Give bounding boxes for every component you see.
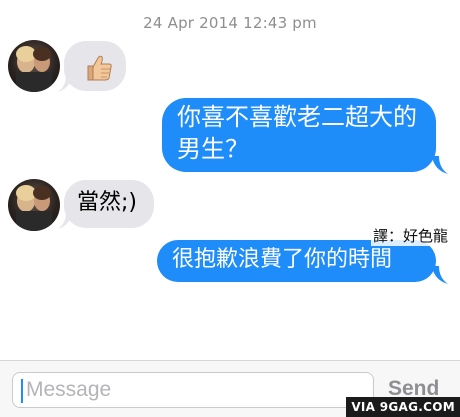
bubble-tail xyxy=(432,266,448,284)
bubble-tail xyxy=(58,76,72,92)
message-placeholder: Message xyxy=(26,378,112,401)
contact-avatar[interactable] xyxy=(8,40,60,92)
message-text: 很抱歉浪費了你的時間 xyxy=(172,247,393,272)
text-cursor xyxy=(21,379,23,403)
source-watermark: VIA 9GAG.COM xyxy=(346,397,460,417)
message-input[interactable]: Message xyxy=(12,372,374,408)
thumbs-up-icon xyxy=(87,55,112,81)
contact-avatar[interactable] xyxy=(8,179,60,231)
outgoing-bubble-question[interactable]: 你喜不喜歡老二超大的 男生？ xyxy=(162,98,436,172)
incoming-bubble-emoji[interactable] xyxy=(64,41,126,91)
bubble-tail xyxy=(432,156,448,174)
timestamp: 24 Apr 2014 12:43 pm xyxy=(143,14,317,32)
incoming-bubble-reply[interactable]: 當然;) xyxy=(64,180,154,228)
outgoing-bubble-apology[interactable]: 很抱歉浪費了你的時間 xyxy=(157,240,436,282)
message-text: 你喜不喜歡老二超大的 男生？ xyxy=(177,103,417,163)
translator-credit: 譯：好色龍 xyxy=(370,225,450,246)
message-text: 當然;) xyxy=(77,190,137,215)
bubble-tail xyxy=(58,213,72,229)
message-thread-screen: 24 Apr 2014 12:43 pm 你喜不喜歡老二超大的 男生？ 當然;)… xyxy=(0,0,460,417)
